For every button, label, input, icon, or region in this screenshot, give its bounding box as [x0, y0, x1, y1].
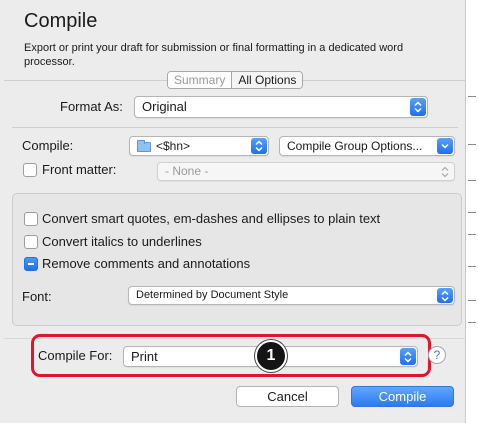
compile-button[interactable]: Compile	[351, 386, 454, 407]
remove-comments-checkbox[interactable]	[24, 257, 38, 271]
format-as-label: Format As:	[60, 99, 123, 114]
callout-badge: 1	[255, 340, 287, 372]
plain-text-checkbox[interactable]	[24, 212, 38, 226]
background-text-line	[468, 234, 476, 235]
tab-all-options[interactable]: All Options	[232, 72, 303, 88]
font-label: Font:	[22, 289, 52, 304]
background-text-line	[468, 212, 476, 213]
chevron-updown-icon	[251, 138, 267, 154]
font-value: Determined by Document Style	[136, 289, 289, 301]
background-text-line	[468, 322, 476, 323]
dialog-subtitle: Export or print your draft for submissio…	[24, 42, 404, 68]
background-text-line	[468, 300, 476, 301]
cancel-button[interactable]: Cancel	[236, 386, 339, 407]
compile-group-options-popup[interactable]: Compile Group Options...	[279, 136, 455, 156]
dialog-title: Compile	[24, 10, 98, 32]
front-matter-popup[interactable]: - None -	[157, 162, 455, 181]
tab-summary[interactable]: Summary	[168, 72, 233, 88]
format-as-popup[interactable]: Original	[134, 96, 428, 118]
front-matter-value: - None -	[165, 164, 209, 178]
view-segmented-control: Summary All Options	[167, 71, 304, 89]
compile-dialog: Compile Export or print your draft for s…	[0, 0, 466, 423]
compile-contents-popup[interactable]: <$hn>	[129, 136, 269, 156]
front-matter-checkbox[interactable]	[23, 163, 37, 177]
chevron-updown-icon	[437, 288, 453, 303]
remove-comments-label: Remove comments and annotations	[42, 256, 251, 271]
italics-underline-checkbox[interactable]	[24, 235, 38, 249]
front-matter-label: Front matter:	[42, 162, 117, 177]
format-as-value: Original	[142, 99, 187, 114]
background-text-line	[468, 266, 476, 267]
chevron-down-icon	[437, 138, 453, 154]
chevron-updown-icon	[410, 98, 426, 116]
compile-group-options-label: Compile Group Options...	[287, 139, 423, 153]
background-text-line	[468, 96, 476, 97]
plain-text-label: Convert smart quotes, em-dashes and elli…	[42, 211, 381, 226]
compile-for-highlight	[31, 334, 431, 377]
font-popup[interactable]: Determined by Document Style	[128, 286, 455, 305]
compile-label: Compile:	[22, 138, 74, 153]
help-button[interactable]: ?	[428, 346, 446, 364]
folder-icon	[137, 140, 151, 152]
format-divider	[12, 127, 458, 128]
compile-contents-value: <$hn>	[156, 139, 191, 153]
italics-underline-label: Convert italics to underlines	[42, 234, 202, 249]
chevron-updown-icon	[437, 164, 453, 179]
background-text-line	[468, 180, 476, 181]
background-text-line	[468, 144, 476, 145]
